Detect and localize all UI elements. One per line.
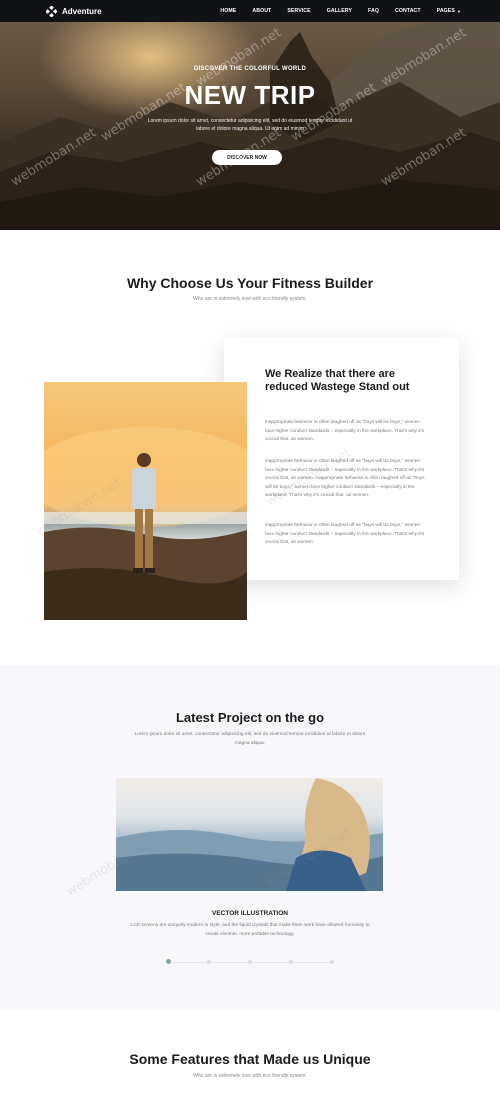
menu-item-pages[interactable]: PAGES ▼ [437,8,461,14]
card-title: We Realize that there are reduced Wasteg… [265,368,410,393]
why-choose-title: Why Choose Us Your Fitness Builder [126,275,374,291]
features-title: Some Features that Made us Unique [129,1051,371,1067]
top-navbar: Adventure HOME ABOUT SERVICE GALLERY FAQ… [0,0,500,22]
menu-label: GALLERY [326,8,353,14]
latest-project-description: Lorem ipsum dolor sit amet, consectetur … [134,732,366,746]
slider-dot[interactable] [248,960,252,964]
latest-project-title: Latest Project on the go [175,710,325,725]
diamond-logo-icon [46,5,57,17]
traveler-beach-photo [44,382,247,620]
menu-label: PAGES [436,8,455,14]
hero-banner: DISCOVER THE COLORFUL WORLD NEW TRIP Lor… [0,22,500,230]
menu-item-about[interactable]: ABOUT [252,8,271,14]
slider-dot[interactable] [207,960,211,964]
project-item-description: LCD screens are uniquely modern in style… [130,923,370,937]
info-card: We Realize that there are reduced Wasteg… [224,338,459,580]
slider-dot[interactable] [166,959,171,964]
project-photo[interactable] [116,778,383,891]
card-paragraph: inappropriate behavior is often laughed … [265,420,425,442]
features-subtitle: Who are in extremely love with eco frien… [193,1073,307,1079]
slider-dot[interactable] [330,960,334,964]
why-choose-subtitle: Who are in extremely love with eco frien… [193,296,307,302]
traveler-figure-image [44,427,247,620]
card-paragraph: inappropriate behavior is often laughed … [265,523,425,545]
menu-label: FAQ [368,8,379,14]
menu-item-contact[interactable]: CONTACT [395,8,421,14]
menu-label: CONTACT [394,8,421,14]
menu-item-service[interactable]: SERVICE [287,8,310,14]
menu-label: ABOUT [252,8,272,14]
menu-label: HOME [220,8,237,14]
discover-now-button[interactable]: DISCOVER NOW [212,150,282,165]
card-paragraph: inappropriate behavior is often laughed … [265,459,425,498]
hero-title: NEW TRIP [184,80,316,110]
woman-mountain-image [116,778,383,891]
caret-down-icon: ▼ [456,8,461,14]
menu-item-faq[interactable]: FAQ [368,8,379,14]
hero-description: Lorem ipsum dolor sit amet, consectetur … [147,118,353,132]
menu-label: SERVICE [287,8,311,14]
menu-item-gallery[interactable]: GALLERY [327,8,352,14]
brand-name: Adventure [62,6,102,16]
brand-logo[interactable]: Adventure [46,5,102,17]
hero-kicker: DISCOVER THE COLORFUL WORLD [193,66,307,72]
main-menu: HOME ABOUT SERVICE GALLERY FAQ CONTACT P… [204,8,461,14]
menu-item-home[interactable]: HOME [220,8,236,14]
project-item-title: VECTOR ILLUSTRATION [212,910,288,917]
slider-dot[interactable] [289,960,293,964]
